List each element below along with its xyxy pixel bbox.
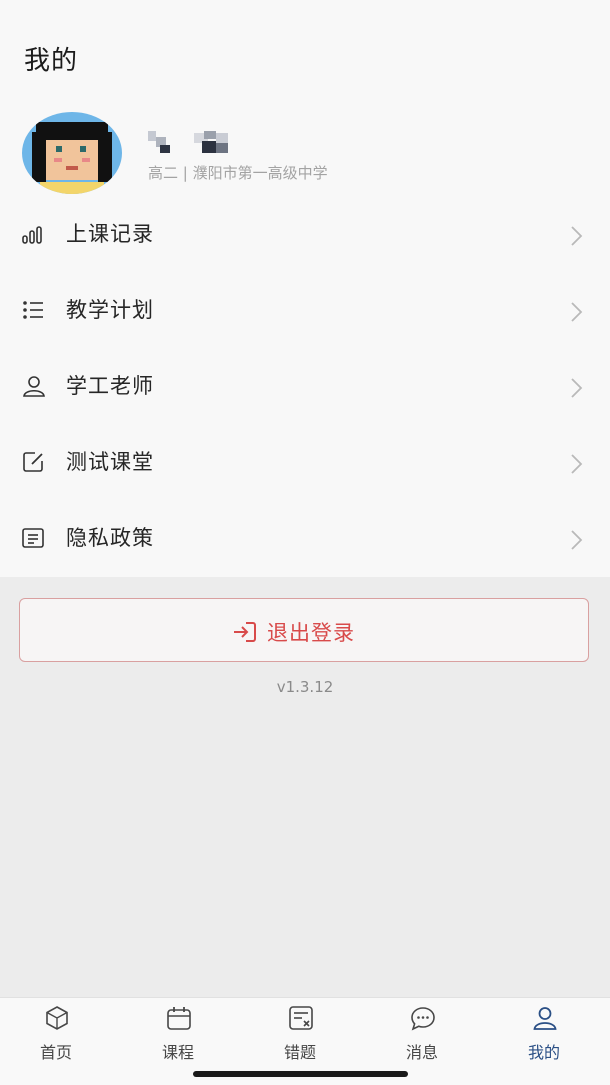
chevron-right-icon xyxy=(571,302,583,322)
profile-section: 我的 高二 | 濮阳市第一高级中学 上课记录 教学计划 学工老师 测试课堂 隐私… xyxy=(0,0,610,577)
tab-label: 消息 xyxy=(405,1043,438,1062)
logout-label: 退出登录 xyxy=(267,621,355,645)
tab-label: 首页 xyxy=(39,1043,72,1062)
menu-label: 隐私政策 xyxy=(66,526,154,550)
avatar[interactable] xyxy=(22,112,122,194)
menu-item-student-affairs-teacher[interactable]: 学工老师 xyxy=(0,355,610,415)
page-title: 我的 xyxy=(24,46,79,76)
chat-bubble-icon xyxy=(411,1007,435,1031)
list-icon xyxy=(23,301,43,319)
tab-courses[interactable]: 课程 xyxy=(133,998,223,1068)
profile-school: 高二 | 濮阳市第一高级中学 xyxy=(148,164,328,182)
tab-label: 课程 xyxy=(161,1043,194,1062)
menu-item-privacy-policy[interactable]: 隐私政策 xyxy=(0,507,610,567)
chevron-right-icon xyxy=(571,226,583,246)
cube-icon xyxy=(46,1006,68,1030)
app-version: v1.3.12 xyxy=(276,678,334,696)
logout-icon xyxy=(234,622,256,642)
menu-label: 上课记录 xyxy=(66,222,154,246)
user-icon xyxy=(23,376,45,397)
calendar-icon xyxy=(167,1007,191,1030)
chevron-right-icon xyxy=(571,530,583,550)
tab-mine[interactable]: 我的 xyxy=(499,998,589,1068)
menu-label: 测试课堂 xyxy=(66,450,154,474)
logout-button[interactable]: 退出登录 xyxy=(19,598,589,662)
tab-home[interactable]: 首页 xyxy=(11,998,101,1068)
tab-messages[interactable]: 消息 xyxy=(377,998,467,1068)
menu-label: 教学计划 xyxy=(66,298,154,322)
menu-label: 学工老师 xyxy=(66,374,154,398)
chevron-right-icon xyxy=(571,378,583,398)
edit-icon xyxy=(23,452,43,472)
user-icon xyxy=(533,1007,557,1030)
menu-item-teaching-plan[interactable]: 教学计划 xyxy=(0,279,610,339)
mistake-book-icon xyxy=(289,1006,313,1030)
chevron-right-icon xyxy=(571,454,583,474)
bar-chart-icon xyxy=(22,226,42,244)
profile-name xyxy=(148,131,238,157)
tab-mistakes[interactable]: 错题 xyxy=(255,998,345,1068)
menu-item-test-classroom[interactable]: 测试课堂 xyxy=(0,431,610,491)
menu-item-class-records[interactable]: 上课记录 xyxy=(0,203,610,263)
tab-label: 错题 xyxy=(283,1043,316,1062)
tab-label: 我的 xyxy=(527,1043,560,1062)
home-indicator xyxy=(193,1071,408,1077)
document-icon xyxy=(22,528,44,548)
profile-page: 我的 高二 | 濮阳市第一高级中学 上课记录 教学计划 学工老师 测试课堂 隐私… xyxy=(0,0,610,1085)
